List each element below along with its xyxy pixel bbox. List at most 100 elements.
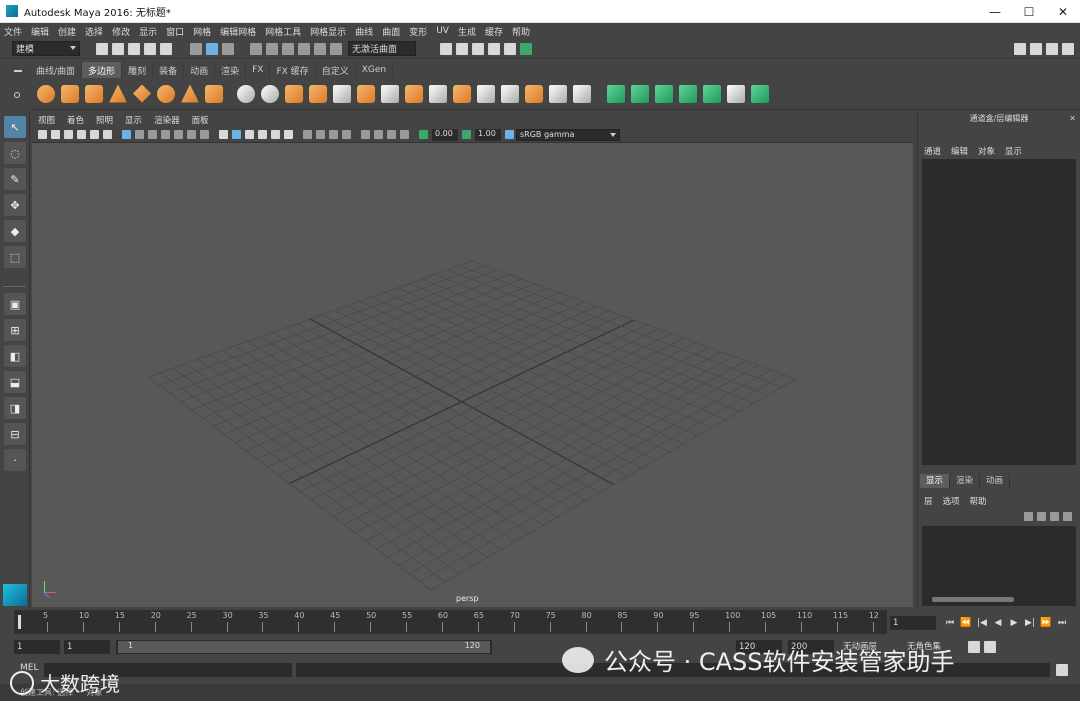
insert-edge-loop-icon[interactable] [477,84,495,103]
exposure-icon[interactable] [419,130,428,139]
bevel-icon[interactable] [453,84,471,103]
layer-scrollbar[interactable] [932,597,1014,602]
textured-icon[interactable] [258,130,267,139]
snap-surface-icon[interactable] [330,42,342,55]
select-object-icon[interactable] [206,42,218,55]
boolean-icon[interactable] [333,84,351,103]
snap-curve-icon[interactable] [266,42,278,55]
paint-select-tool-icon[interactable]: ✎ [4,168,26,190]
move-layer-up-icon[interactable] [1024,512,1033,521]
layer-menu-options[interactable]: 选项 [943,495,960,507]
tool-settings-icon[interactable] [1046,42,1058,55]
toolbox-more-icon[interactable]: · [4,449,26,471]
layer-list[interactable] [922,526,1076,606]
menuset-dropdown[interactable]: 建模 [12,41,80,56]
new-scene-icon[interactable] [96,42,108,55]
snap-grid-icon[interactable] [250,42,262,55]
start-time-field[interactable]: 1 [14,640,60,654]
motion-blur-icon[interactable] [316,130,325,139]
render-settings-icon[interactable] [488,42,500,55]
panel-menu-renderer[interactable]: 渲染器 [154,114,180,126]
xray-active-icon[interactable] [387,130,396,139]
script-editor-icon[interactable] [1056,664,1068,676]
move-layer-down-icon[interactable] [1037,512,1046,521]
image-plane-icon[interactable] [77,130,86,139]
lasso-tool-icon[interactable]: ◌ [4,142,26,164]
channel-menu-show[interactable]: 显示 [1005,145,1022,157]
cylindrical-uv-icon[interactable] [631,84,649,103]
redo-icon[interactable] [160,42,172,55]
append-polygon-icon[interactable] [525,84,543,103]
menu-cache[interactable]: 缓存 [485,25,503,38]
select-tool-icon[interactable]: ↖ [4,116,26,138]
wireframe-icon[interactable] [219,130,228,139]
step-forward-key-icon[interactable]: ⏩ [1040,617,1052,629]
render-camera-icon[interactable] [520,42,532,55]
grease-pencil-icon[interactable] [103,130,112,139]
hypershade-icon[interactable] [504,42,516,55]
channel-box-icon[interactable] [1062,42,1074,55]
tab-anim-layers[interactable]: 动画 [980,474,1011,488]
select-component-icon[interactable] [222,42,234,55]
layer-menu-layers[interactable]: 层 [924,495,933,507]
make-live-icon[interactable] [314,42,326,55]
step-back-frame-icon[interactable]: |◀ [976,617,988,629]
menu-deform[interactable]: 变形 [409,25,427,38]
open-scene-icon[interactable] [112,42,124,55]
play-forwards-icon[interactable]: ▶ [1008,617,1020,629]
select-hierarchy-icon[interactable] [190,42,202,55]
poly-pyramid-icon[interactable] [181,84,199,103]
gamma-field[interactable]: 1.00 [475,128,501,141]
poly-cone-icon[interactable] [109,84,127,103]
range-slider-bar[interactable] [118,641,490,653]
smooth-shade-icon[interactable] [232,130,241,139]
poly-torus-icon[interactable] [157,84,175,103]
persp-outliner-layout-icon[interactable]: ◧ [4,345,26,367]
fill-hole-icon[interactable] [549,84,567,103]
panel-close-icon[interactable]: ✕ [1069,114,1076,123]
panel-menu-show[interactable]: 显示 [125,114,142,126]
tab-custom[interactable]: 自定义 [315,62,356,78]
auto-key-icon[interactable] [968,641,980,653]
step-back-key-icon[interactable]: ⏪ [960,617,972,629]
render-current-icon[interactable] [456,42,468,55]
minimize-button[interactable]: — [978,0,1012,23]
film-gate-icon[interactable] [135,130,144,139]
poly-sphere-icon[interactable] [37,84,55,103]
go-to-end-icon[interactable]: ⏭ [1056,617,1068,629]
persp-graph-layout-icon[interactable]: ⬓ [4,371,26,393]
range-slider[interactable]: 1 120 [116,640,492,654]
playback-start-field[interactable]: 1 [64,640,110,654]
mirror-icon[interactable] [357,84,375,103]
layer-menu-help[interactable]: 帮助 [970,495,987,507]
time-slider[interactable]: 5 10 15 20 25 30 35 40 45 50 55 60 65 70 75 80 85 90 95 100… [14,610,887,634]
maximize-button[interactable]: ☐ [1012,0,1046,23]
bookmark-icon[interactable] [64,130,73,139]
panel-menu-shading[interactable]: 着色 [67,114,84,126]
bridge-icon[interactable] [429,84,447,103]
channel-menu-channels[interactable]: 通道 [924,145,941,157]
persp-graph-outliner-layout-icon[interactable]: ⊟ [4,423,26,445]
menu-surfaces[interactable]: 曲面 [382,25,400,38]
camera-icon[interactable] [38,130,47,139]
menu-edit[interactable]: 编辑 [31,25,49,38]
gamma-icon[interactable] [462,130,471,139]
merge-icon[interactable] [573,84,591,103]
offset-edge-loop-icon[interactable] [501,84,519,103]
attribute-editor-icon[interactable] [1030,42,1042,55]
planar-uv-icon[interactable] [607,84,625,103]
tab-curves-surfaces[interactable]: 曲线/曲面 [30,62,83,78]
tab-rigging[interactable]: 装备 [153,62,185,78]
combine-icon[interactable] [237,84,255,103]
menu-mesh-tools[interactable]: 网格工具 [265,25,301,38]
grid-toggle-icon[interactable] [122,130,131,139]
tab-fx[interactable]: FX [246,62,271,78]
tab-sculpting[interactable]: 雕刻 [122,62,154,78]
snap-point-icon[interactable] [282,42,294,55]
field-chart-icon[interactable] [174,130,183,139]
menu-modify[interactable]: 修改 [112,25,130,38]
safe-action-icon[interactable] [187,130,196,139]
tab-display-layers[interactable]: 显示 [920,474,951,488]
smooth-icon[interactable] [309,84,327,103]
multi-cut-icon[interactable] [381,84,399,103]
